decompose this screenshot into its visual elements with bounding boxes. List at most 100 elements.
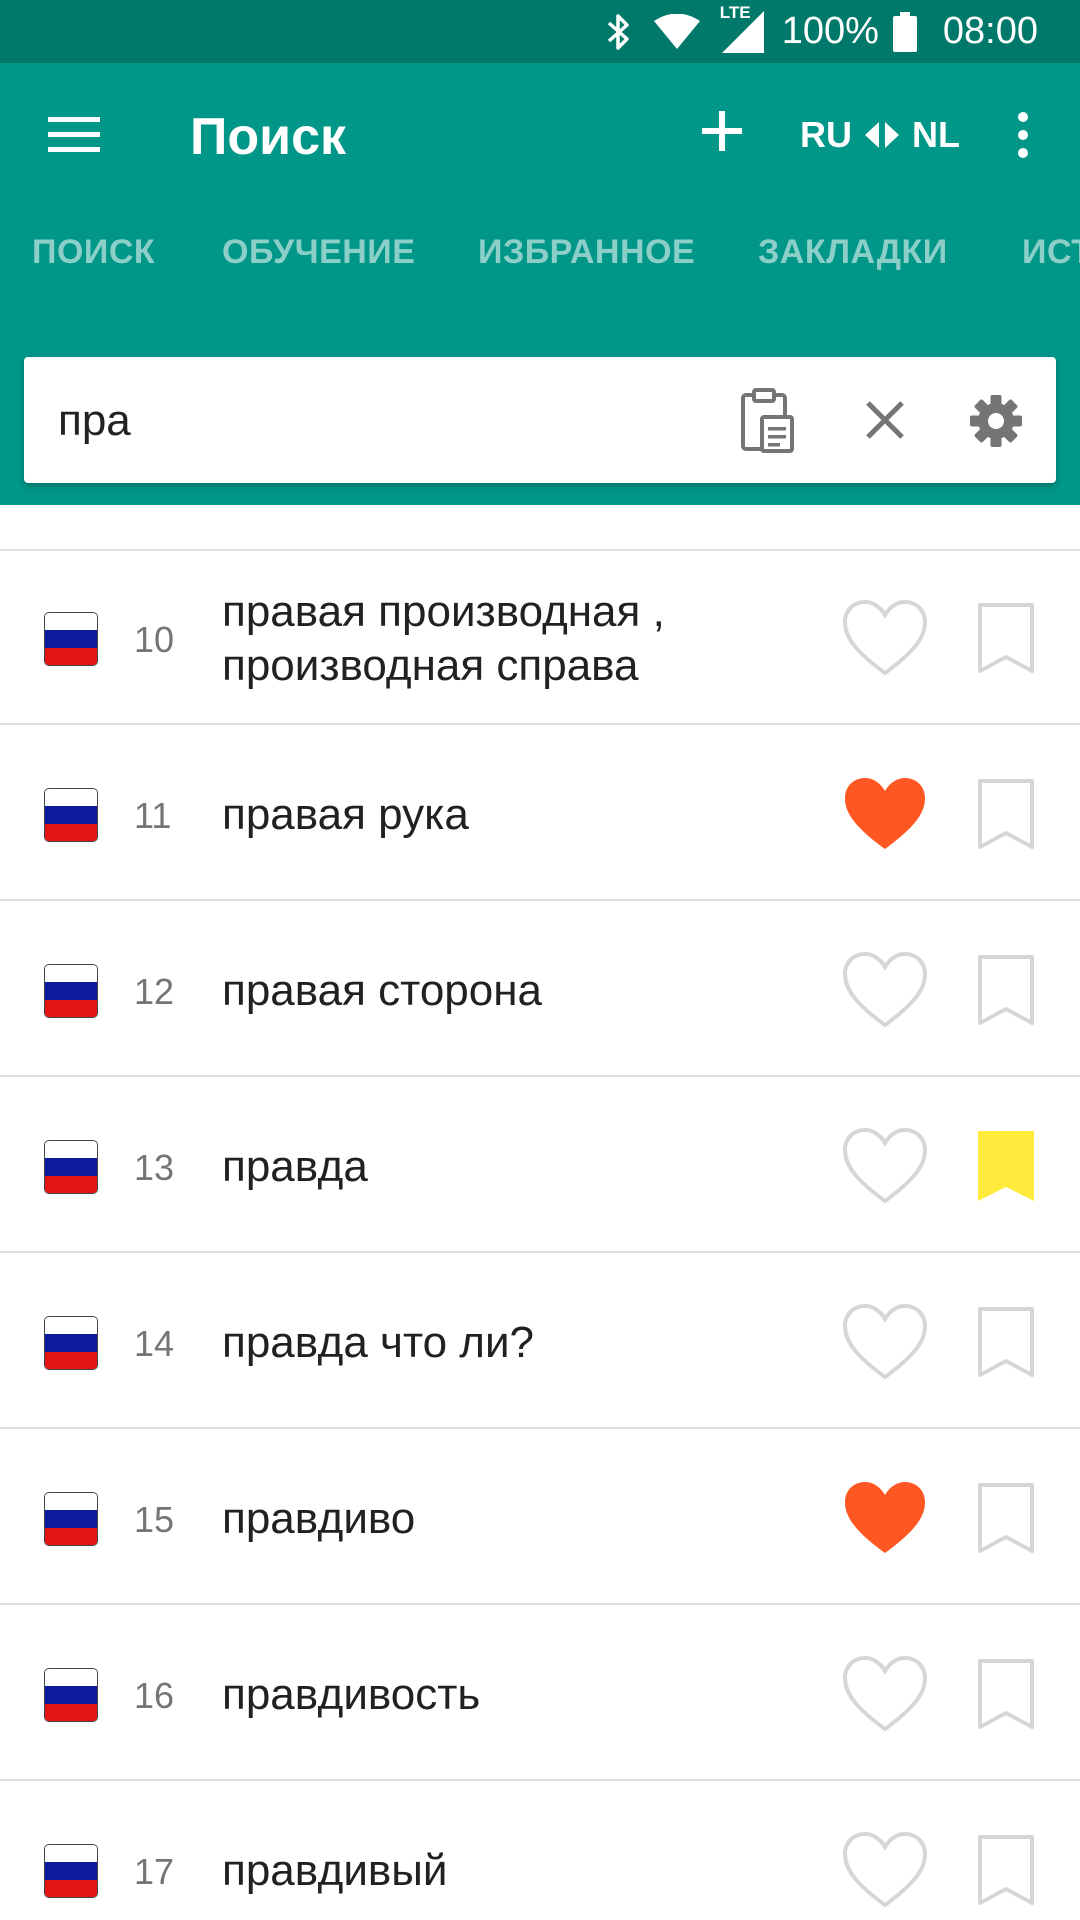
results-list[interactable]: 10 правая производная , производная справа… bbox=[0, 505, 1080, 1920]
item-number: 16 bbox=[134, 1675, 175, 1716]
heart-icon bbox=[842, 951, 928, 1028]
search-box bbox=[24, 357, 1056, 483]
favorite-button[interactable] bbox=[842, 1127, 928, 1207]
overflow-menu-button[interactable] bbox=[1008, 107, 1038, 163]
plus-icon bbox=[702, 111, 742, 151]
russian-flag-icon bbox=[44, 788, 98, 842]
bookmark-icon bbox=[978, 1659, 1034, 1729]
heart-icon bbox=[842, 599, 928, 676]
bluetooth-icon bbox=[606, 12, 632, 52]
tab-learning[interactable]: ОБУЧЕНИЕ bbox=[222, 233, 415, 272]
bookmark-button[interactable] bbox=[976, 1833, 1036, 1913]
bookmark-button[interactable] bbox=[976, 1305, 1036, 1385]
list-item[interactable]: 17 правдивый bbox=[0, 1783, 1080, 1920]
clear-button[interactable] bbox=[860, 395, 910, 445]
tab-search[interactable]: ПОИСК bbox=[32, 233, 155, 272]
favorite-button[interactable] bbox=[842, 775, 928, 855]
tab-history[interactable]: ИСТОРИЯ bbox=[1022, 233, 1080, 272]
heart-icon bbox=[842, 1831, 928, 1908]
list-item[interactable]: 16 правдивость bbox=[0, 1607, 1080, 1781]
network-type: LTE bbox=[719, 2, 751, 22]
russian-flag-icon bbox=[44, 1844, 98, 1898]
bookmark-button[interactable] bbox=[976, 1657, 1036, 1737]
bookmark-icon bbox=[978, 955, 1034, 1025]
add-button[interactable] bbox=[698, 103, 746, 159]
item-term: правда что ли? bbox=[222, 1316, 822, 1370]
item-number: 17 bbox=[134, 1851, 175, 1892]
item-term-line: правдивый bbox=[222, 1846, 448, 1895]
item-term: правдиво bbox=[222, 1492, 822, 1546]
menu-button[interactable] bbox=[48, 115, 100, 155]
list-item[interactable]: 15 правдиво bbox=[0, 1431, 1080, 1605]
favorite-button[interactable] bbox=[842, 599, 928, 679]
menu-icon bbox=[48, 117, 100, 152]
favorite-button[interactable] bbox=[842, 1655, 928, 1735]
search-input[interactable] bbox=[56, 385, 700, 457]
list-item[interactable]: 12 правая сторона bbox=[0, 903, 1080, 1077]
russian-flag-icon bbox=[44, 1140, 98, 1194]
bookmark-button[interactable] bbox=[976, 1129, 1036, 1209]
item-term: правдивость bbox=[222, 1668, 822, 1722]
item-term-line: правдивость bbox=[222, 1670, 481, 1719]
heart-icon bbox=[845, 1482, 925, 1553]
list-item[interactable]: 10 правая производная , производная справа bbox=[0, 551, 1080, 725]
item-term: правая рука bbox=[222, 788, 822, 842]
item-number: 12 bbox=[134, 971, 175, 1012]
item-term: правдивый bbox=[222, 1844, 822, 1898]
item-number: 14 bbox=[134, 1323, 175, 1364]
russian-flag-icon bbox=[44, 612, 98, 666]
item-term-line: правда что ли? bbox=[222, 1318, 535, 1367]
close-icon bbox=[866, 401, 904, 439]
russian-flag-icon bbox=[44, 1316, 98, 1370]
status-bar: LTE 100% 08:00 bbox=[0, 0, 1080, 63]
heart-icon bbox=[845, 778, 925, 849]
language-switch-button[interactable]: RU NL bbox=[800, 113, 960, 157]
bookmark-icon bbox=[978, 1307, 1034, 1377]
page-title: Поиск bbox=[190, 108, 347, 166]
settings-button[interactable] bbox=[968, 393, 1024, 449]
gear-icon bbox=[970, 395, 1022, 447]
item-term-line: правая сторона bbox=[222, 966, 543, 1015]
favorite-button[interactable] bbox=[842, 951, 928, 1031]
russian-flag-icon bbox=[44, 1668, 98, 1722]
heart-icon bbox=[842, 1303, 928, 1380]
search-area bbox=[0, 273, 1080, 505]
favorite-button[interactable] bbox=[842, 1479, 928, 1559]
favorite-button[interactable] bbox=[842, 1303, 928, 1383]
russian-flag-icon bbox=[44, 964, 98, 1018]
bookmark-button[interactable] bbox=[976, 953, 1036, 1033]
bookmark-icon bbox=[978, 779, 1034, 849]
wifi-icon bbox=[653, 13, 700, 50]
language-to: NL bbox=[912, 114, 960, 155]
tab-favorites[interactable]: ИЗБРАННОЕ bbox=[478, 233, 695, 272]
bookmark-icon bbox=[978, 1483, 1034, 1553]
swap-arrows-icon bbox=[862, 120, 902, 150]
list-item[interactable]: 13 правда bbox=[0, 1079, 1080, 1253]
item-term: правая производная , производная справа bbox=[222, 585, 822, 693]
bookmark-button[interactable] bbox=[976, 601, 1036, 681]
item-term-line: правая рука bbox=[222, 790, 469, 839]
battery-icon bbox=[892, 11, 917, 52]
clock: 08:00 bbox=[942, 10, 1038, 52]
heart-icon bbox=[842, 1127, 928, 1204]
item-term: правда bbox=[222, 1140, 822, 1194]
tab-bookmarks[interactable]: ЗАКЛАДКИ bbox=[758, 233, 948, 272]
bookmark-icon bbox=[978, 1835, 1034, 1905]
item-term-line: производная справа bbox=[222, 641, 639, 690]
paste-button[interactable] bbox=[738, 385, 798, 455]
bookmark-button[interactable] bbox=[976, 777, 1036, 857]
list-item[interactable]: 14 правда что ли? bbox=[0, 1255, 1080, 1429]
item-term-line: правая производная , bbox=[222, 587, 665, 636]
language-from: RU bbox=[800, 114, 852, 155]
more-vert-icon bbox=[1018, 112, 1028, 158]
list-item[interactable]: 11 правая рука bbox=[0, 727, 1080, 901]
item-term: правая сторона bbox=[222, 964, 822, 1018]
clipboard-icon bbox=[741, 388, 794, 453]
battery-percent: 100% bbox=[781, 10, 879, 52]
item-term-line: правдиво bbox=[222, 1494, 416, 1543]
bookmark-button[interactable] bbox=[976, 1481, 1036, 1561]
lte-signal-icon: LTE bbox=[720, 3, 764, 53]
favorite-button[interactable] bbox=[842, 1831, 928, 1911]
item-term-line: правда bbox=[222, 1142, 368, 1191]
item-number: 15 bbox=[134, 1499, 175, 1540]
